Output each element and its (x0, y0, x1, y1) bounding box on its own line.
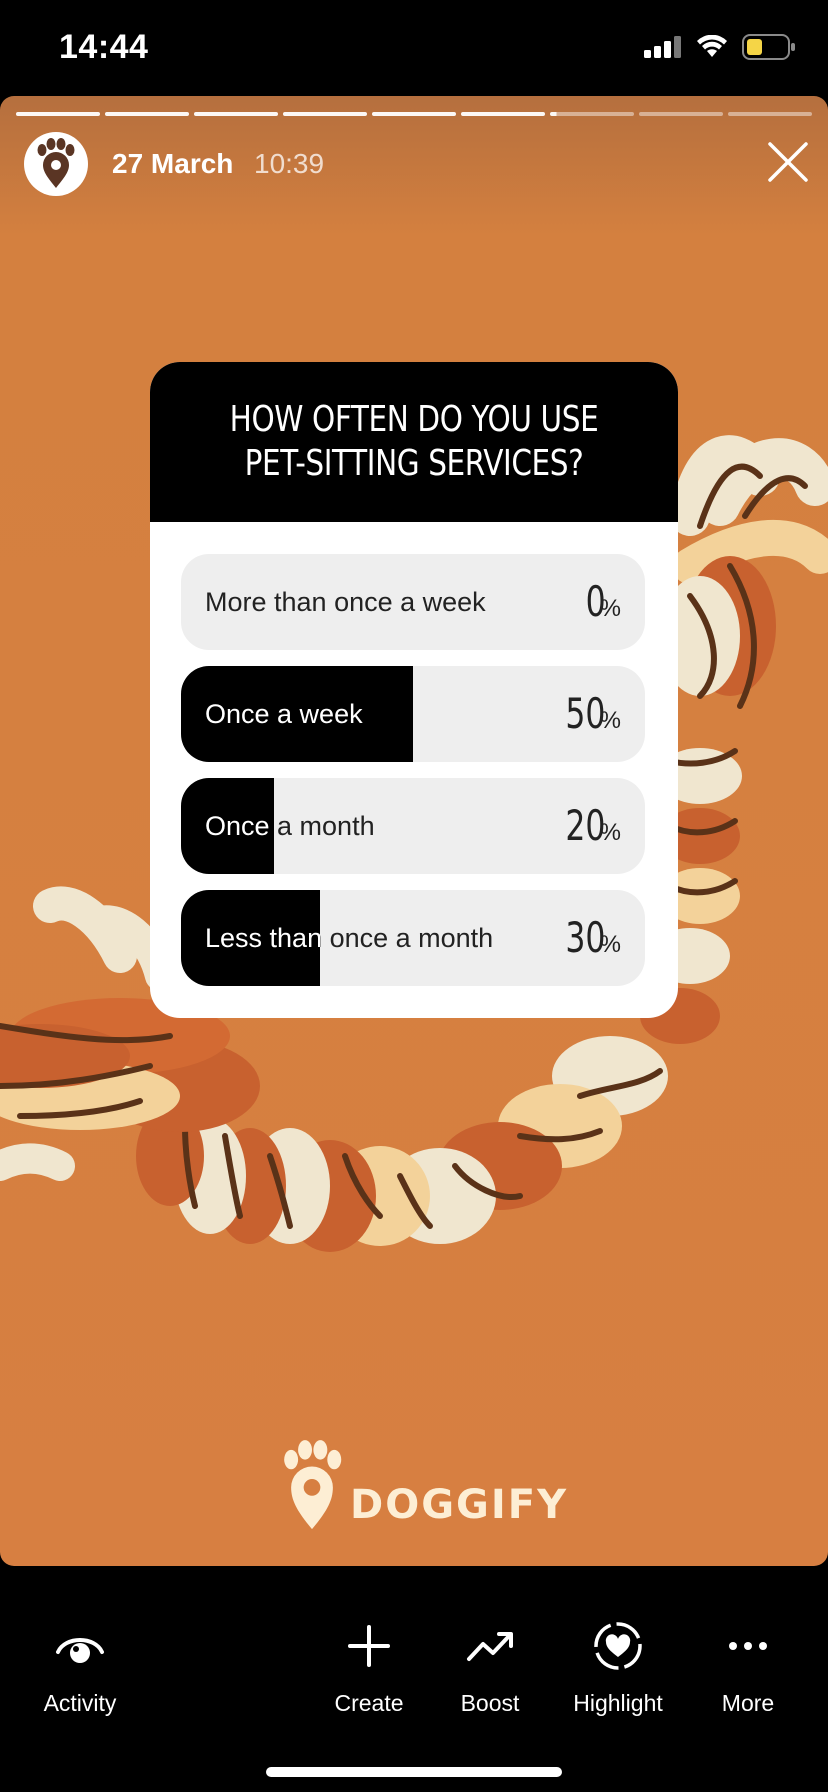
paw-pin-logo-icon (284, 1440, 342, 1530)
story-actions-bar: Activity Create Boost Highlight More (0, 1566, 828, 1792)
poll-percent-value: 20 (565, 801, 606, 850)
boost-button[interactable]: Boost (420, 1616, 560, 1717)
progress-segment (194, 112, 278, 116)
progress-segment (728, 112, 812, 116)
poll-option[interactable]: Once a monthOnce a month20% (181, 778, 645, 874)
eye-icon (56, 1638, 104, 1663)
more-label: More (721, 1690, 775, 1716)
poll-option-percent: 30% (552, 890, 621, 986)
progress-segment (16, 112, 100, 116)
highlight-button[interactable]: Highlight (548, 1616, 688, 1717)
logo-text: DOGGIFY (350, 1482, 569, 1528)
more-dots-icon (729, 1642, 767, 1650)
create-label: Create (334, 1690, 404, 1716)
progress-segment (105, 112, 189, 116)
more-button[interactable]: More (678, 1616, 818, 1717)
status-icons (644, 34, 796, 60)
plus-icon (348, 1625, 390, 1667)
poll-option-label: More than once a week (205, 587, 486, 617)
create-button[interactable]: Create (299, 1616, 439, 1717)
activity-label: Activity (43, 1690, 117, 1716)
status-bar: 14:44 (0, 0, 828, 96)
wifi-icon (697, 35, 727, 57)
poll-option[interactable]: Less than once a monthLess than once a m… (181, 890, 645, 986)
poll-option[interactable]: More than once a weekMore than once a we… (181, 554, 645, 650)
doggify-logo: DOGGIFY (280, 1440, 568, 1532)
close-icon[interactable] (766, 140, 810, 184)
progress-segment (461, 112, 545, 116)
story-date: 27 March (112, 148, 234, 179)
poll-percent-value: 0 (585, 577, 606, 626)
profile-avatar[interactable] (24, 132, 88, 196)
battery-icon (742, 34, 795, 60)
activity-button[interactable]: Activity (10, 1616, 150, 1717)
highlight-heart-icon (594, 1622, 642, 1670)
progress-segment (639, 112, 723, 116)
poll-option-label-overlay: Once a month (205, 811, 274, 841)
poll-percent-value: 30 (565, 913, 606, 962)
progress-segment (372, 112, 456, 116)
poll-option-percent: 20% (552, 778, 621, 874)
poll-option-percent: 0% (579, 554, 621, 650)
poll-sticker: HOW OFTEN DO YOU USE PET-SITTING SERVICE… (150, 362, 678, 1018)
status-time: 14:44 (59, 28, 149, 66)
signal-icon (644, 36, 681, 58)
poll-option-label-overlay: Less than once a month (205, 923, 320, 953)
highlight-label: Highlight (573, 1690, 663, 1716)
progress-segment (550, 112, 634, 116)
boost-label: Boost (460, 1690, 520, 1716)
poll-option-percent: 50% (552, 666, 621, 762)
home-indicator[interactable] (266, 1767, 562, 1777)
story-progress-bar (16, 112, 812, 116)
progress-segment (283, 112, 367, 116)
trend-up-icon (467, 1632, 513, 1661)
poll-percent-value: 50 (565, 689, 606, 738)
story-time: 10:39 (254, 148, 325, 179)
poll-question-header: HOW OFTEN DO YOU USE PET-SITTING SERVICE… (150, 362, 678, 522)
poll-option[interactable]: Once a week Once a week 50% (181, 666, 645, 762)
poll-question: HOW OFTEN DO YOU USE PET-SITTING SERVICE… (229, 399, 599, 484)
poll-option-label-overlay: Once a week (205, 699, 363, 729)
paw-pin-icon (37, 138, 75, 188)
story-view[interactable]: 27 March 10:39 HOW OFTEN DO YOU USE PET-… (0, 96, 828, 1566)
